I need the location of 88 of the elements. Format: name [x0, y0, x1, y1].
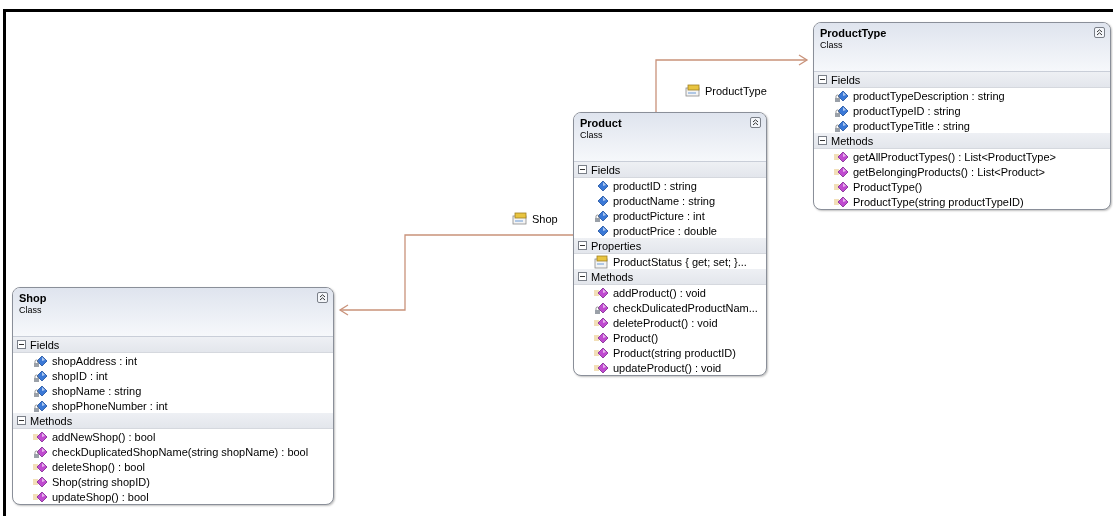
section-header[interactable]: Fields — [574, 162, 766, 178]
class-type: Class — [19, 305, 43, 316]
collapse-icon[interactable] — [17, 416, 26, 425]
association-icon — [685, 84, 701, 97]
collapse-icon[interactable] — [578, 272, 587, 281]
private-field-icon — [834, 88, 849, 103]
member-text: ProductType(string productTypeID) — [853, 195, 1024, 208]
method-icon — [594, 345, 609, 360]
private-method-icon — [33, 444, 48, 459]
method-icon — [834, 164, 849, 179]
collapse-chevron-icon[interactable] — [1094, 27, 1105, 38]
member-text: productTypeDescription : string — [853, 89, 1005, 102]
member-text: shopPhoneNumber : int — [52, 399, 168, 412]
property-icon — [594, 254, 609, 269]
association-label: Shop — [532, 212, 558, 225]
member-text: ProductStatus { get; set; }... — [613, 255, 747, 268]
collapse-icon[interactable] — [818, 136, 827, 145]
private-method-icon — [594, 300, 609, 315]
member-text: productID : string — [613, 179, 697, 192]
method-icon — [594, 315, 609, 330]
private-field-icon — [33, 398, 48, 413]
member-text: addProduct() : void — [613, 286, 706, 299]
method-icon — [33, 474, 48, 489]
section-header[interactable]: Methods — [574, 269, 766, 285]
collapse-icon[interactable] — [578, 241, 587, 250]
private-field-icon — [33, 368, 48, 383]
section-title: Properties — [591, 239, 642, 252]
class-name: Shop — [19, 292, 48, 305]
member-text: shopName : string — [52, 384, 142, 397]
member-text: Shop(string shopID) — [52, 475, 150, 488]
member-text: shopID : int — [52, 369, 108, 382]
method-icon — [33, 489, 48, 504]
collapse-icon[interactable] — [17, 340, 26, 349]
member-text: productPrice : double — [613, 224, 717, 237]
class-box[interactable] — [573, 112, 767, 376]
association-icon — [512, 212, 528, 225]
class-name: Product — [580, 117, 623, 130]
section-title: Methods — [591, 270, 634, 283]
class-name: ProductType — [820, 27, 888, 40]
member-text: checkDulicatedProductNam... — [613, 301, 758, 314]
member-text: productPicture : int — [613, 209, 705, 222]
class-box[interactable] — [12, 287, 334, 505]
method-icon — [594, 360, 609, 375]
method-icon — [33, 429, 48, 444]
association-label: ProductType — [705, 84, 767, 97]
member-text: deleteShop() : bool — [52, 460, 145, 473]
member-text: checkDuplicatedShopName(string shopName) : bool — [52, 445, 309, 458]
method-icon — [594, 285, 609, 300]
collapse-chevron-icon[interactable] — [317, 292, 328, 303]
class-box[interactable] — [813, 22, 1111, 210]
section-header[interactable]: Fields — [814, 72, 1110, 88]
private-field-icon — [594, 208, 609, 223]
member-text: getBelongingProducts() : List<Product> — [853, 165, 1045, 178]
member-text: addNewShop() : bool — [52, 430, 156, 443]
collapse-chevron-icon[interactable] — [749, 117, 761, 128]
private-field-icon — [33, 353, 48, 368]
section-title: Methods — [30, 414, 73, 427]
collapse-icon[interactable] — [578, 165, 587, 174]
member-text: updateShop() : bool — [52, 490, 149, 503]
class-type: Class — [580, 130, 604, 141]
section-title: Methods — [831, 134, 874, 147]
collapse-icon[interactable] — [818, 75, 827, 84]
member-text: Product(string productID) — [613, 346, 736, 359]
section-title: Fields — [591, 163, 621, 176]
section-header[interactable]: Methods — [814, 133, 1110, 149]
private-field-icon — [834, 103, 849, 118]
section-header[interactable]: Methods — [13, 413, 333, 429]
private-field-icon — [834, 118, 849, 133]
member-text: getAllProductTypes() : List<ProductType> — [853, 150, 1056, 163]
member-text: updateProduct() : void — [613, 361, 722, 374]
method-icon — [33, 459, 48, 474]
method-icon — [834, 194, 849, 209]
private-field-icon — [33, 383, 48, 398]
section-header[interactable]: Fields — [13, 337, 333, 353]
method-icon — [834, 179, 849, 194]
section-header[interactable]: Properties — [574, 238, 766, 254]
member-text: ProductType() — [853, 180, 923, 193]
method-icon — [594, 330, 609, 345]
member-text: productTypeID : string — [853, 104, 961, 117]
section-title: Fields — [30, 338, 60, 351]
member-text: productName : string — [613, 194, 716, 207]
class-type: Class — [820, 40, 844, 51]
member-text: shopAddress : int — [52, 354, 137, 367]
section-title: Fields — [831, 73, 861, 86]
method-icon — [834, 149, 849, 164]
member-text: Product() — [613, 331, 659, 344]
member-text: productTypeTitle : string — [853, 119, 970, 132]
member-text: deleteProduct() : void — [613, 316, 718, 329]
